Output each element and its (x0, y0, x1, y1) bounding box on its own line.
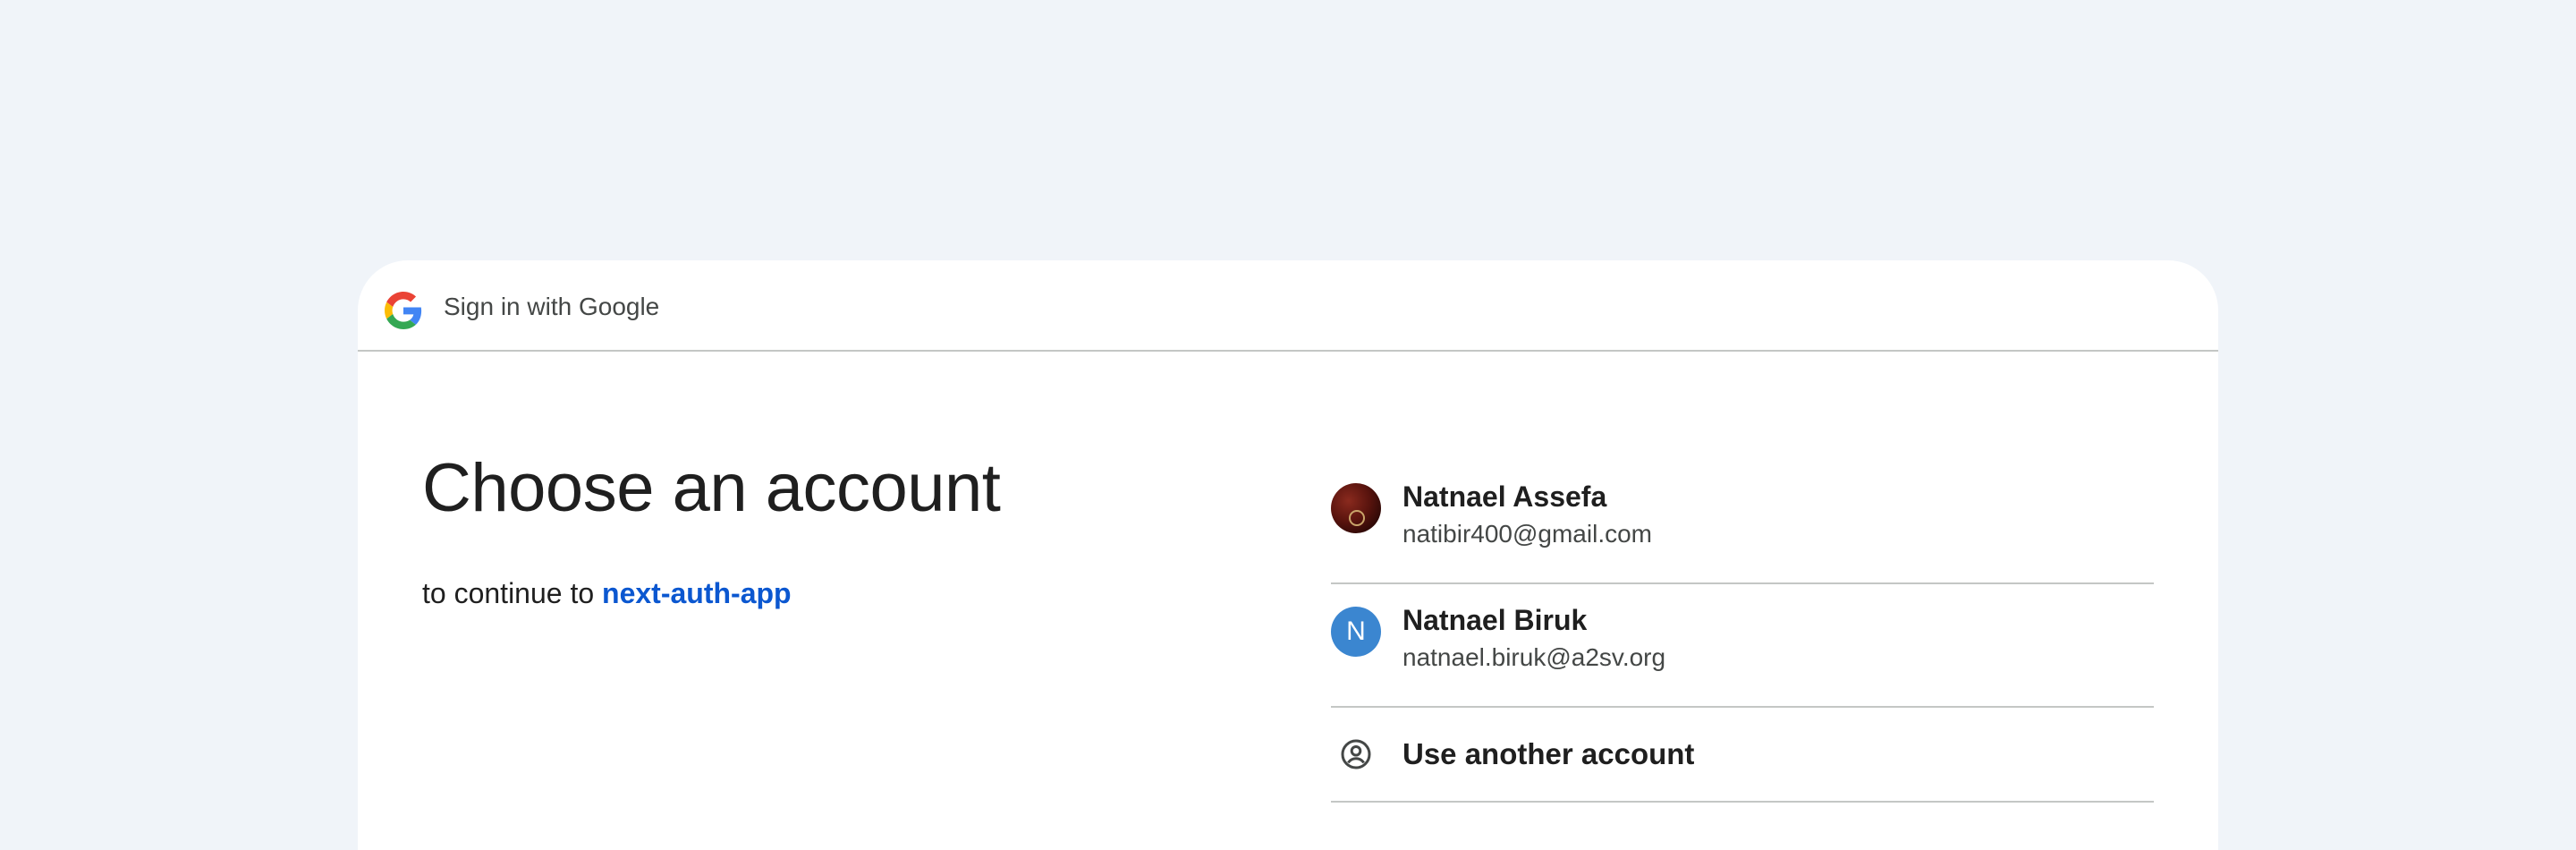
account-item-natnael-biruk[interactable]: N Natnael Biruk natnael.biruk@a2sv.org (1331, 584, 2154, 708)
subtitle-prefix: to continue to (422, 577, 603, 609)
header-title: Sign in with Google (444, 293, 660, 320)
page-title: Choose an account (422, 450, 1001, 526)
sign-in-card: Sign in with Google Choose an account to… (358, 260, 2218, 850)
app-name-link[interactable]: next-auth-app (602, 577, 792, 609)
avatar (1331, 483, 1381, 533)
card-header: Sign in with Google (358, 260, 2218, 352)
account-circle-icon (1341, 739, 1371, 769)
use-another-account-label: Use another account (1402, 737, 1695, 770)
avatar: N (1331, 607, 1381, 657)
account-email: natibir400@gmail.com (1402, 520, 1652, 548)
account-name: Natnael Biruk (1402, 604, 1588, 636)
account-item-natnael-assefa[interactable]: Natnael Assefa natibir400@gmail.com (1331, 461, 2154, 584)
account-list: Natnael Assefa natibir400@gmail.com N Na… (1331, 461, 2154, 803)
continue-subtitle: to continue to next-auth-app (422, 575, 792, 611)
account-name: Natnael Assefa (1402, 480, 1607, 513)
use-another-account-button[interactable]: Use another account (1331, 708, 2154, 803)
account-email: natnael.biruk@a2sv.org (1402, 643, 1666, 671)
google-g-icon (385, 292, 422, 329)
